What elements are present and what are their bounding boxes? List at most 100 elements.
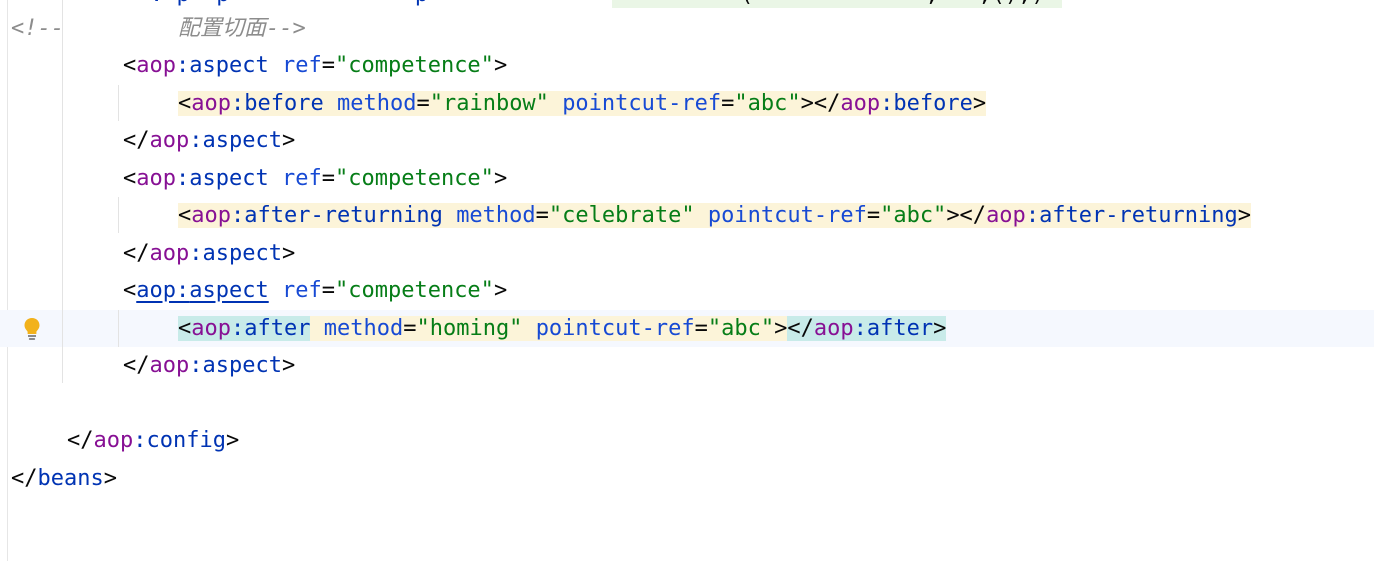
equals: = xyxy=(535,203,549,228)
indent-guide-1 xyxy=(118,85,119,121)
bracket: > xyxy=(493,278,508,303)
editor-left-border xyxy=(7,0,8,561)
tag-name: before xyxy=(244,91,324,116)
code-line-aspect-close-3[interactable]: </aop:aspect> xyxy=(123,347,295,384)
tag-colon: : xyxy=(231,203,245,228)
bracket: > xyxy=(972,91,987,116)
tag-name: config xyxy=(146,428,226,453)
attribute-value: "homing" xyxy=(416,316,523,341)
code-line-aspect-open-1[interactable]: <aop:aspect ref="competence"> xyxy=(123,47,507,84)
bracket: </ xyxy=(67,428,94,453)
tag-name: aspect xyxy=(202,128,282,153)
code-editor[interactable]: . p p p ( , ,(),) <!--配置切面--> <aop:aspec… xyxy=(0,0,1374,561)
tag-colon: : xyxy=(1025,203,1040,228)
attribute-value: "abc" xyxy=(880,203,947,228)
tag-name: after-returning xyxy=(1039,203,1238,228)
code-line-beans-close[interactable]: </beans> xyxy=(11,460,117,497)
bracket: > xyxy=(933,316,947,341)
equals: = xyxy=(321,53,335,78)
tag-namespace: aop xyxy=(191,203,231,228)
tag-name: aspect xyxy=(189,53,269,78)
bracket: > xyxy=(281,353,296,378)
bracket: > xyxy=(1237,203,1251,228)
indent-guide-outer xyxy=(62,0,63,383)
tag-name: beans xyxy=(37,466,104,491)
tag-colon: : xyxy=(231,316,245,341)
comment-open: <!-- xyxy=(11,16,64,41)
tag-namespace: aop xyxy=(93,428,134,453)
code-line-before[interactable]: <aop:before method="rainbow" pointcut-re… xyxy=(178,85,987,122)
attribute-value: "abc" xyxy=(734,91,801,116)
tag-name: after xyxy=(244,316,311,341)
equals: = xyxy=(866,203,881,228)
tag-colon: : xyxy=(231,91,245,116)
attribute-name: pointcut-ref xyxy=(562,91,722,116)
attribute-value: "competence" xyxy=(334,278,494,303)
tag-namespace: aop xyxy=(986,203,1026,228)
tag-namespace: aop xyxy=(191,316,231,341)
bracket: </ xyxy=(123,353,150,378)
equals: = xyxy=(694,316,708,341)
attribute-name: method xyxy=(323,316,404,341)
attribute-name: pointcut-ref xyxy=(707,203,867,228)
tag-name: after-returning xyxy=(244,203,443,228)
tag-name: after xyxy=(866,316,934,341)
code-line-aspect-close-2[interactable]: </aop:aspect> xyxy=(123,235,295,272)
tag-namespace: aop xyxy=(191,91,231,116)
tag-colon: : xyxy=(189,128,203,153)
attribute-value: "celebrate" xyxy=(548,203,695,228)
attribute-name: ref xyxy=(281,53,322,78)
bracket: ></ xyxy=(946,203,987,228)
tag-name: aspect xyxy=(202,241,282,266)
bracket: > xyxy=(493,166,508,191)
tag-namespace: aop xyxy=(149,128,190,153)
equals: = xyxy=(321,278,335,303)
bracket: > xyxy=(281,128,296,153)
tag-name: aspect xyxy=(189,166,269,191)
bracket: ></ xyxy=(800,91,841,116)
tag-namespace: aop xyxy=(813,316,854,341)
tag-namespace-link[interactable]: aop xyxy=(136,278,176,303)
attribute-name: ref xyxy=(281,278,322,303)
equals: = xyxy=(321,166,335,191)
tag-colon: : xyxy=(176,166,190,191)
tag-colon[interactable]: : xyxy=(176,278,189,303)
code-line-aspect-open-2[interactable]: <aop:aspect ref="competence"> xyxy=(123,160,507,197)
tag-colon: : xyxy=(176,53,190,78)
attribute-name: method xyxy=(336,91,417,116)
bracket: </ xyxy=(11,466,38,491)
attribute-name: ref xyxy=(281,166,322,191)
tag-namespace: aop xyxy=(149,353,190,378)
bracket: > xyxy=(774,316,788,341)
lightbulb-icon[interactable] xyxy=(23,317,41,341)
tag-colon: : xyxy=(880,91,894,116)
tag-name-link[interactable]: aspect xyxy=(189,278,268,303)
tag-namespace: aop xyxy=(136,166,176,191)
code-line-aspect-open-3[interactable]: <aop:aspect ref="competence"> xyxy=(123,272,507,309)
indent-guide-2 xyxy=(118,197,119,233)
tag-colon: : xyxy=(189,241,203,266)
bracket: < xyxy=(123,278,137,303)
code-line-after-returning[interactable]: <aop:after-returning method="celebrate" … xyxy=(178,197,1251,234)
bracket: > xyxy=(281,241,296,266)
code-line-comment[interactable]: <!-- 配置切面--> xyxy=(11,10,306,47)
bracket: </ xyxy=(123,128,150,153)
code-line-aspect-close-1[interactable]: </aop:aspect> xyxy=(123,122,295,159)
attribute-value: "rainbow" xyxy=(429,91,549,116)
bracket: > xyxy=(493,53,508,78)
bracket: < xyxy=(178,91,192,116)
tag-name: aspect xyxy=(202,353,282,378)
partial-line-top: . p p p xyxy=(150,0,428,10)
code-line-after[interactable]: <aop:after method="homing" pointcut-ref=… xyxy=(178,310,947,347)
attribute-name: pointcut-ref xyxy=(535,316,695,341)
code-line-config-close[interactable]: </aop:config> xyxy=(67,422,239,459)
tag-namespace: aop xyxy=(149,241,190,266)
partial-line-top-right: ( , ,(),) xyxy=(740,0,1045,10)
tag-namespace: aop xyxy=(840,91,881,116)
tag-name: before xyxy=(893,91,973,116)
bracket: </ xyxy=(123,241,150,266)
tag-namespace: aop xyxy=(136,53,176,78)
bracket: > xyxy=(225,428,240,453)
bracket: < xyxy=(123,166,137,191)
equals: = xyxy=(721,91,735,116)
